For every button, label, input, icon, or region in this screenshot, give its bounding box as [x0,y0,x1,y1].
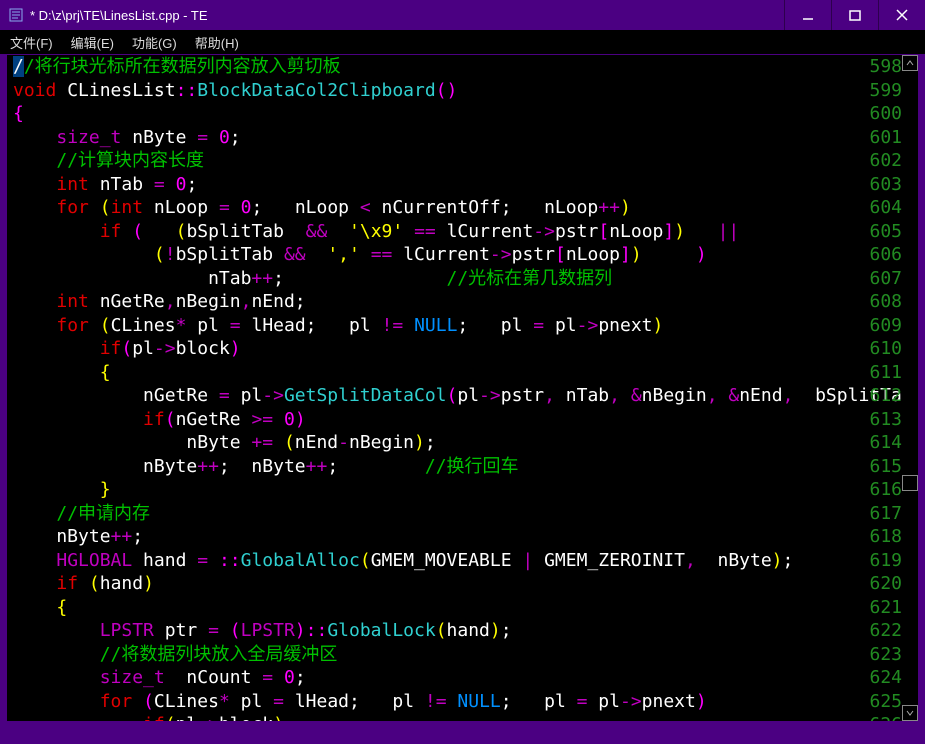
code-line[interactable]: if ( (bSplitTab && '\x9' == lCurrent->ps… [13,220,858,244]
menu-func[interactable]: 功能(G) [132,33,177,52]
line-number: 603 [869,173,902,197]
code-line[interactable]: nByte++; nByte++; //换行回车 [13,455,858,479]
scroll-up-button[interactable] [902,55,918,71]
code-line[interactable]: nTab++; //光标在第几数据列 [13,267,858,291]
editor-container: //将行块光标所在数据列内容放入剪切板void CLinesList::Bloc… [6,54,919,738]
line-number: 613 [869,408,902,432]
code-line[interactable]: LPSTR ptr = (LPSTR)::GlobalLock(hand); [13,619,858,643]
line-number: 625 [869,690,902,714]
line-number: 624 [869,666,902,690]
line-number-gutter: 5985996006016026036046056066076086096106… [869,55,902,737]
code-line[interactable]: size_t nCount = 0; [13,666,858,690]
maximize-button[interactable] [831,0,878,30]
code-line[interactable]: (!bSplitTab && ',' == lCurrent->pstr[nLo… [13,243,858,267]
title-bar[interactable]: * D:\z\prj\TE\LinesList.cpp - TE [0,0,925,30]
vertical-scrollbar[interactable] [902,55,918,721]
line-number: 620 [869,572,902,596]
line-number: 602 [869,149,902,173]
horizontal-scrollbar[interactable] [7,721,918,737]
code-line[interactable]: nByte += (nEnd-nBegin); [13,431,858,455]
menu-bar: 文件(F) 编辑(E) 功能(G) 帮助(H) [0,30,925,54]
code-line[interactable]: //将数据列块放入全局缓冲区 [13,643,858,667]
app-icon [8,7,24,23]
line-number: 606 [869,243,902,267]
line-number: 600 [869,102,902,126]
code-line[interactable]: if(pl->block) [13,337,858,361]
line-number: 623 [869,643,902,667]
line-number: 598 [869,55,902,79]
code-line[interactable]: for (int nLoop = 0; nLoop < nCurrentOff;… [13,196,858,220]
code-line[interactable]: HGLOBAL hand = ::GlobalAlloc(GMEM_MOVEAB… [13,549,858,573]
menu-help[interactable]: 帮助(H) [195,33,239,52]
menu-edit[interactable]: 编辑(E) [71,33,114,52]
scroll-thumb[interactable] [902,475,918,491]
line-number: 615 [869,455,902,479]
code-line[interactable]: //申请内存 [13,502,858,526]
code-line[interactable]: if (hand) [13,572,858,596]
code-line[interactable]: int nTab = 0; [13,173,858,197]
line-number: 619 [869,549,902,573]
code-line[interactable]: for (CLines* pl = lHead; pl != NULL; pl … [13,690,858,714]
line-number: 605 [869,220,902,244]
line-number: 599 [869,79,902,103]
code-line[interactable]: void CLinesList::BlockDataCol2Clipboard(… [13,79,858,103]
line-number: 601 [869,126,902,150]
code-editor[interactable]: //将行块光标所在数据列内容放入剪切板void CLinesList::Bloc… [7,55,918,737]
code-line[interactable]: for (CLines* pl = lHead; pl != NULL; pl … [13,314,858,338]
window-buttons [784,0,925,30]
line-number: 617 [869,502,902,526]
code-line[interactable]: int nGetRe,nBegin,nEnd; [13,290,858,314]
line-number: 607 [869,267,902,291]
line-number: 610 [869,337,902,361]
line-number: 609 [869,314,902,338]
close-button[interactable] [878,0,925,30]
line-number: 612 [869,384,902,408]
code-line[interactable]: size_t nByte = 0; [13,126,858,150]
app-window: * D:\z\prj\TE\LinesList.cpp - TE 文件(F) 编… [0,0,925,744]
code-line[interactable]: //将行块光标所在数据列内容放入剪切板 [13,55,858,79]
menu-file[interactable]: 文件(F) [10,33,53,52]
line-number: 611 [869,361,902,385]
line-number: 621 [869,596,902,620]
code-line[interactable]: nGetRe = pl->GetSplitDataCol(pl->pstr, n… [13,384,858,408]
line-number: 622 [869,619,902,643]
code-line[interactable]: } [13,478,858,502]
code-line[interactable]: //计算块内容长度 [13,149,858,173]
scroll-down-button[interactable] [902,705,918,721]
line-number: 604 [869,196,902,220]
code-line[interactable]: if(nGetRe >= 0) [13,408,858,432]
line-number: 614 [869,431,902,455]
code-line[interactable]: { [13,102,858,126]
line-number: 608 [869,290,902,314]
code-line[interactable]: { [13,361,858,385]
code-line[interactable]: { [13,596,858,620]
line-number: 616 [869,478,902,502]
line-number: 618 [869,525,902,549]
code-area[interactable]: //将行块光标所在数据列内容放入剪切板void CLinesList::Bloc… [13,55,858,737]
window-title: * D:\z\prj\TE\LinesList.cpp - TE [30,8,208,23]
code-line[interactable]: nByte++; [13,525,858,549]
minimize-button[interactable] [784,0,831,30]
